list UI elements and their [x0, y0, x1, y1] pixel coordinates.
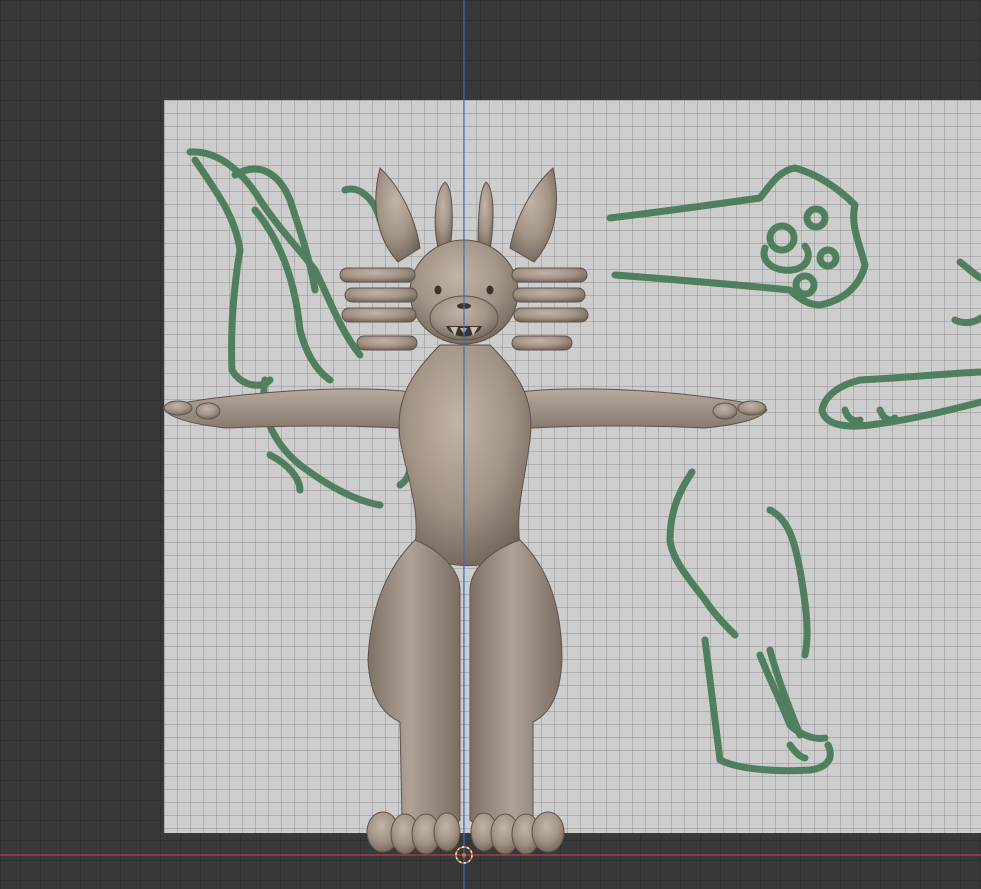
3d-viewport[interactable]	[0, 0, 981, 889]
origin-crosshair-icon[interactable]	[0, 0, 981, 889]
